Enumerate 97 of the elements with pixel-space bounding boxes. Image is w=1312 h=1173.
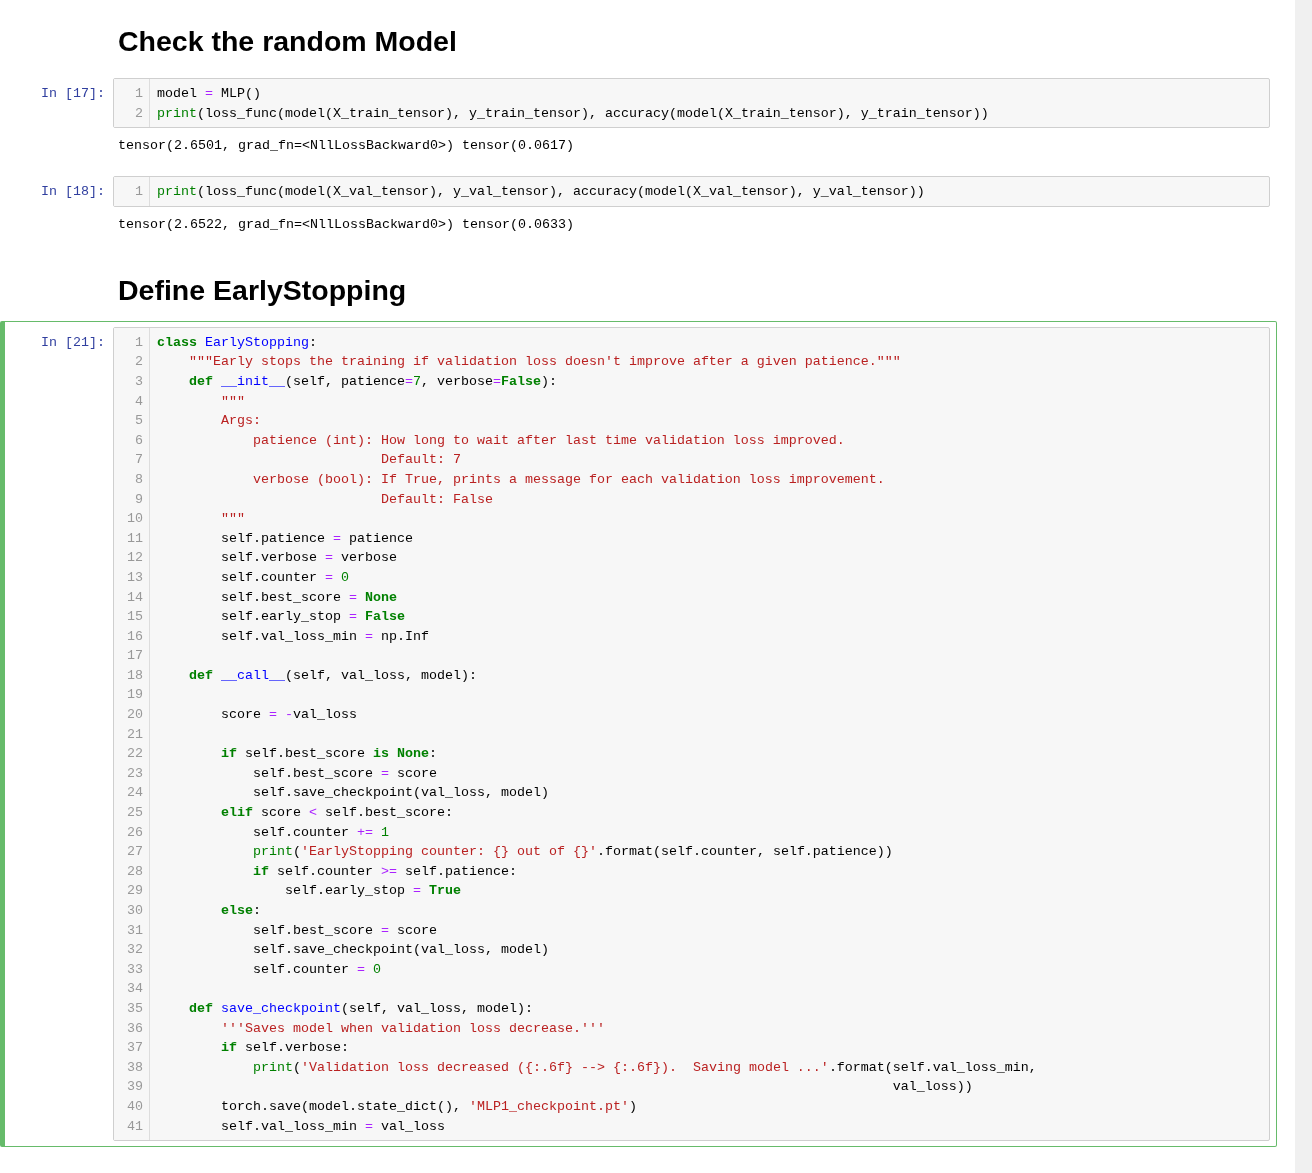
line-number: 27 xyxy=(127,843,144,862)
code-line: print('Validation loss decreased ({:.6f} --> {:.6f}). Saving model ...'.format(self.val_loss_min, xyxy=(251,1058,1037,1077)
code-line: self.verbose = verbose xyxy=(220,549,397,568)
line-number: 37 xyxy=(127,1039,144,1058)
code-line: val_loss)) xyxy=(891,1078,973,1097)
code-line: def __call__(self, val_loss, model): xyxy=(188,666,477,685)
code-line: if self.best_score is None: xyxy=(220,745,437,764)
code-line: """Early stops the training if validation loss doesn't improve after a given patience.""" xyxy=(188,353,901,372)
line-number: 1 xyxy=(135,333,144,352)
code-line: Default: False xyxy=(379,490,493,509)
line-number: 39 xyxy=(127,1078,144,1097)
code-line: print('EarlyStopping counter: {} out of {}'.format(self.counter, self.patience)) xyxy=(251,843,893,862)
line-number: 30 xyxy=(127,902,144,920)
cell-output: tensor(2.6501, grad_fn=<NllLossBackward0>) tensor(0.0617) xyxy=(117,137,574,156)
line-number: 35 xyxy=(127,999,144,1018)
code-line: if self.counter >= self.patience: xyxy=(251,862,517,881)
code-line: self.save_checkpoint(val_loss, model) xyxy=(251,784,549,803)
line-number: 22 xyxy=(127,745,144,764)
line-number: 2 xyxy=(135,353,144,372)
code-line: else: xyxy=(220,902,261,920)
code-line: self.best_score = score xyxy=(251,764,437,783)
line-number: 16 xyxy=(127,627,144,646)
code-line: self.val_loss_min = np.Inf xyxy=(220,627,429,646)
notebook-cell[interactable]: In [17]: 1 2 model = MLP() print(loss_func(model(X_train_tensor), y_train_tensor), accuracy(model(X_train_tensor), y_train_tensor)) tensor(2.6501, grad_fn=<NllLossBackward0>) tensor(0.0617) xyxy=(0,72,1277,171)
line-number: 8 xyxy=(135,470,144,489)
code-line: patience (int): How long to wait after last time validation loss improved. xyxy=(251,431,845,450)
line-number: 25 xyxy=(127,804,144,823)
code-line: self.best_score = None xyxy=(220,588,397,607)
line-number: 29 xyxy=(127,882,144,901)
line-number: 6 xyxy=(135,431,144,450)
line-number: 23 xyxy=(127,764,144,783)
line-number: 12 xyxy=(127,549,144,568)
code-line: Args: xyxy=(220,412,261,431)
code-line: print(loss_func(model(X_train_tensor), y_train_tensor), accuracy(model(X_train_tensor), y_train_tensor)) xyxy=(157,104,989,123)
cell-output: tensor(2.6522, grad_fn=<NllLossBackward0>) tensor(0.0633) xyxy=(117,215,574,234)
code-line: print(loss_func(model(X_val_tensor), y_val_tensor), accuracy(model(X_val_tensor), y_val_tensor)) xyxy=(157,183,925,202)
line-number: 34 xyxy=(127,980,144,999)
line-number: 2 xyxy=(135,104,144,123)
line-number: 19 xyxy=(127,686,144,705)
line-number: 33 xyxy=(127,960,144,979)
line-number: 4 xyxy=(135,392,144,411)
line-number: 38 xyxy=(127,1058,144,1077)
code-editor[interactable]: 1 2 model = MLP() print(loss_func(model(X_train_tensor), y_train_tensor), accuracy(model(X_train_tensor), y_train_tensor)) xyxy=(113,78,1270,129)
code-line: def save_checkpoint(self, val_loss, model): xyxy=(188,999,533,1018)
code-line: self.early_stop = True xyxy=(283,882,461,901)
code-line: if self.verbose: xyxy=(220,1039,349,1058)
code-line: """ xyxy=(220,510,245,529)
code-line: torch.save(model.state_dict(), 'MLP1_checkpoint.pt') xyxy=(220,1097,637,1116)
cell-prompt: In [18]: xyxy=(41,183,106,202)
line-number: 7 xyxy=(135,451,144,470)
code-line: score = -val_loss xyxy=(220,706,357,725)
line-number: 36 xyxy=(127,1019,144,1038)
line-number: 40 xyxy=(127,1097,144,1116)
notebook-cell[interactable]: In [18]: 1 print(loss_func(model(X_val_tensor), y_val_tensor), accuracy(model(X_val_tensor), y_val_tensor)) tensor(2.6522, grad_fn=<NllLossBackward0>) tensor(0.0633) xyxy=(0,170,1277,249)
code-line: verbose (bool): If True, prints a message for each validation loss improvement. xyxy=(251,470,885,489)
line-number: 41 xyxy=(127,1117,144,1136)
section-heading: Check the random Model xyxy=(117,24,457,59)
markdown-cell[interactable]: Define EarlyStopping xyxy=(0,248,1277,321)
code-line: self.val_loss_min = val_loss xyxy=(220,1117,445,1136)
line-number: 10 xyxy=(127,510,144,529)
line-number: 11 xyxy=(127,529,144,548)
code-line: def __init__(self, patience=7, verbose=False): xyxy=(188,372,557,391)
code-line: self.patience = patience xyxy=(220,529,413,548)
line-number: 26 xyxy=(127,823,144,842)
line-number: 21 xyxy=(127,725,144,744)
code-editor[interactable]: 1 print(loss_func(model(X_val_tensor), y_val_tensor), accuracy(model(X_val_tensor), y_val_tensor)) xyxy=(113,176,1270,207)
line-number: 15 xyxy=(127,608,144,627)
line-number: 9 xyxy=(135,490,144,509)
line-number: 14 xyxy=(127,588,144,607)
code-line: self.counter += 1 xyxy=(251,823,389,842)
line-number: 1 xyxy=(135,183,144,202)
line-number: 32 xyxy=(127,941,144,960)
line-number: 18 xyxy=(127,666,144,685)
line-number: 31 xyxy=(127,921,144,940)
cell-prompt: In [21]: xyxy=(41,333,106,352)
cell-prompt: In [17]: xyxy=(41,85,106,103)
code-line: """ xyxy=(220,392,245,411)
code-line: self.early_stop = False xyxy=(220,608,405,627)
code-line: self.best_score = score xyxy=(251,921,437,940)
line-number: 24 xyxy=(127,784,144,803)
code-line: Default: 7 xyxy=(379,451,461,470)
markdown-cell[interactable]: Check the random Model xyxy=(0,0,1277,72)
section-heading: Define EarlyStopping xyxy=(117,272,407,308)
code-line: elif score < self.best_score: xyxy=(220,804,453,823)
line-number: 28 xyxy=(127,862,144,881)
code-line: self.counter = 0 xyxy=(251,960,381,979)
code-line: self.counter = 0 xyxy=(220,568,349,587)
line-number: 20 xyxy=(127,706,144,725)
line-number: 13 xyxy=(127,568,144,587)
line-number: 5 xyxy=(135,412,144,431)
line-number: 17 xyxy=(127,647,144,666)
code-line: model = MLP() xyxy=(157,85,261,103)
line-number: 1 xyxy=(135,85,144,103)
code-line: class EarlyStopping: xyxy=(157,333,317,352)
code-line: '''Saves model when validation loss decrease.''' xyxy=(220,1019,605,1038)
code-line: self.save_checkpoint(val_loss, model) xyxy=(251,941,549,960)
line-number: 3 xyxy=(135,372,144,391)
